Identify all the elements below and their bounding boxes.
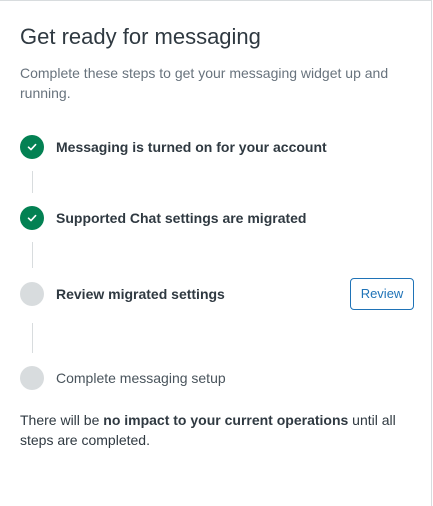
- step-complete-indicator: [20, 135, 44, 159]
- step-pending-indicator: [20, 282, 44, 306]
- messaging-setup-panel: Get ready for messaging Complete these s…: [0, 0, 432, 506]
- step-label: Messaging is turned on for your account: [56, 139, 327, 155]
- review-button[interactable]: Review: [350, 278, 414, 310]
- step-label: Supported Chat settings are migrated: [56, 210, 307, 226]
- step-label: Complete messaging setup: [56, 370, 226, 386]
- step-connector: [32, 171, 33, 193]
- footer-note: There will be no impact to your current …: [20, 410, 416, 450]
- step-label: Review migrated settings: [56, 286, 225, 302]
- page-title: Get ready for messaging: [20, 24, 261, 49]
- step-connector: [32, 242, 33, 268]
- step-chat-settings-migrated: Supported Chat settings are migrated: [20, 206, 416, 230]
- page-subtitle: Complete these steps to get your messagi…: [20, 65, 389, 101]
- step-complete-indicator: [20, 206, 44, 230]
- step-pending-indicator: [20, 366, 44, 390]
- step-messaging-on: Messaging is turned on for your account: [20, 135, 416, 159]
- check-icon: [27, 143, 37, 151]
- step-complete-setup: Complete messaging setup: [20, 366, 416, 390]
- footer-emphasis: no impact to your current operations: [103, 412, 349, 428]
- footer-prefix: There will be: [20, 412, 104, 428]
- step-review-settings: Review migrated settings Review: [20, 278, 416, 310]
- check-icon: [27, 214, 37, 222]
- step-connector: [32, 323, 33, 353]
